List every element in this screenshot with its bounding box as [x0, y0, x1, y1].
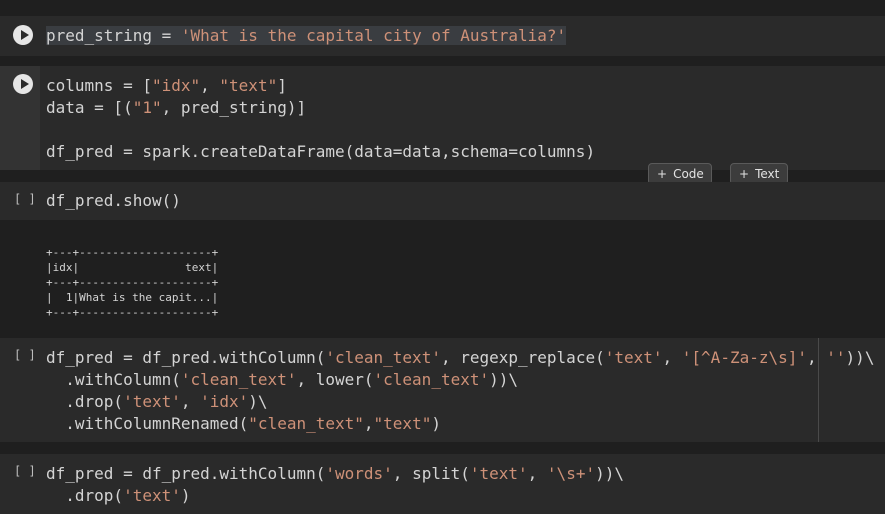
code-line: df_pred = df_pred.withColumn('clean_text…: [46, 348, 875, 367]
code-line: data = [("1", pred_string)]: [46, 98, 307, 117]
cell-code[interactable]: pred_string = 'What is the capital city …: [46, 25, 885, 47]
code-line: .drop('text'): [46, 486, 191, 505]
execution-count: [ ]: [14, 464, 36, 478]
cell-code[interactable]: df_pred = df_pred.withColumn('words', sp…: [46, 463, 885, 507]
line-length-ruler: [818, 338, 819, 442]
code-string: 'What is the capital city of Australia?': [180, 26, 567, 45]
code-cell-2[interactable]: columns = ["idx", "text"] data = [("1", …: [0, 66, 885, 170]
code-line: df_pred = df_pred.withColumn('words', sp…: [46, 464, 624, 483]
cell-code[interactable]: df_pred = df_pred.withColumn('clean_text…: [46, 347, 885, 435]
code-var: pred_string: [46, 26, 152, 45]
execution-count: [ ]: [14, 348, 36, 362]
code-cell-5[interactable]: [ ] df_pred = df_pred.withColumn('words'…: [0, 454, 885, 514]
code-cell-4[interactable]: [ ] df_pred = df_pred.withColumn('clean_…: [0, 338, 885, 442]
run-cell-icon[interactable]: [13, 25, 33, 45]
code-line: df_pred = spark.createDataFrame(data=dat…: [46, 142, 596, 161]
code-line: .withColumnRenamed("clean_text","text"): [46, 414, 441, 433]
cell-code[interactable]: columns = ["idx", "text"] data = [("1", …: [46, 75, 885, 163]
code-line: columns = ["idx", "text"]: [46, 76, 287, 95]
plus-icon: +: [739, 167, 750, 181]
cell-output: +---+--------------------+ |idx| text| +…: [46, 246, 219, 319]
run-cell-icon[interactable]: [13, 74, 33, 94]
plus-icon: +: [657, 167, 668, 181]
cell-code[interactable]: df_pred.show(): [46, 190, 885, 212]
execution-count: [ ]: [14, 192, 36, 206]
code-op: =: [151, 26, 181, 45]
code-line: .drop('text', 'idx')\: [46, 392, 268, 411]
code-cell-3[interactable]: [ ] df_pred.show(): [0, 182, 885, 220]
code-cell-1[interactable]: pred_string = 'What is the capital city …: [0, 16, 885, 56]
code-line: .withColumn('clean_text', lower('clean_t…: [46, 370, 519, 389]
